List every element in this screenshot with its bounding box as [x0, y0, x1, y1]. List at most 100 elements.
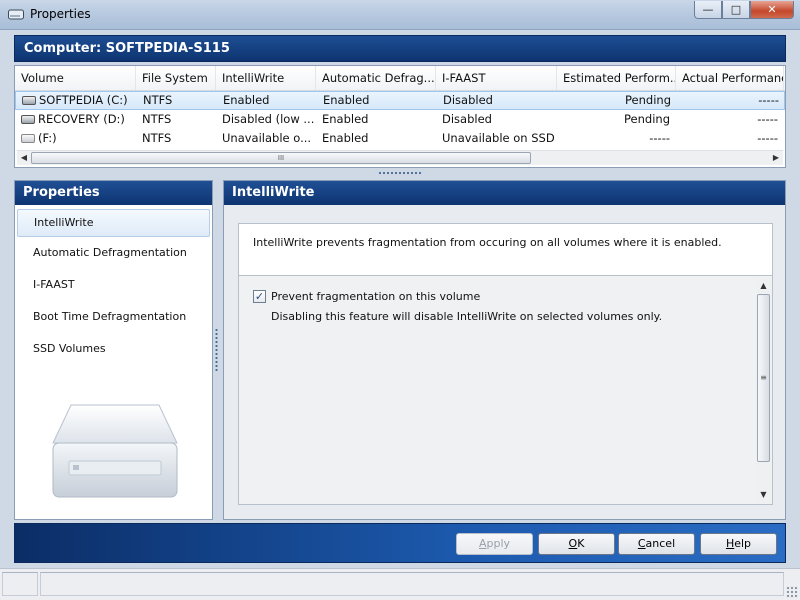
- table-row[interactable]: (F:) NTFS Unavailable o... Enabled Unavailab…: [15, 129, 785, 148]
- cell-text: -----: [758, 93, 779, 107]
- prevent-fragmentation-label[interactable]: Prevent fragmentation on this volume: [271, 290, 480, 303]
- hard-drive-icon: [22, 96, 36, 105]
- nav-item-boot-time-defragmentation[interactable]: Boot Time Defragmentation: [15, 301, 212, 333]
- table-cell-auto: Enabled: [316, 129, 436, 148]
- cell-text: -----: [757, 131, 778, 145]
- settings-area: ✓ Prevent fragmentation on this volume D…: [238, 275, 773, 505]
- help-label: elp: [734, 537, 752, 550]
- drive-properties-icon: [8, 9, 24, 20]
- cell-text: Enabled: [323, 93, 370, 107]
- button-bar: Apply OK Cancel Help: [14, 523, 786, 563]
- cell-text: Enabled: [322, 131, 369, 145]
- table-cell-actual: -----: [677, 92, 785, 109]
- column-header-intelliwrite[interactable]: IntelliWrite: [216, 66, 316, 90]
- close-button[interactable]: ✕: [750, 1, 794, 19]
- table-cell-actual: -----: [676, 129, 784, 148]
- scroll-left-icon[interactable]: ◀: [18, 152, 30, 164]
- nav-item-intelliwrite[interactable]: IntelliWrite: [17, 209, 210, 237]
- scroll-right-icon[interactable]: ▶: [770, 152, 782, 164]
- cancel-mnemonic: C: [637, 537, 646, 550]
- vertical-splitter[interactable]: [215, 328, 218, 372]
- table-cell-volume: (F:): [15, 129, 136, 148]
- column-header-estimated-performance[interactable]: Estimated Perform...: [557, 66, 676, 90]
- prevent-fragmentation-checkbox[interactable]: ✓: [253, 290, 266, 303]
- detail-panel: IntelliWrite IntelliWrite prevents fragm…: [223, 180, 786, 520]
- horizontal-scrollbar[interactable]: ◀ III ▶: [17, 150, 783, 165]
- maximize-button[interactable]: □: [722, 1, 750, 19]
- cell-text: (F:): [38, 131, 57, 145]
- table-row[interactable]: RECOVERY (D:) NTFS Disabled (low ... Enable…: [15, 110, 785, 129]
- table-cell-est: -----: [557, 129, 676, 148]
- cell-text: SOFTPEDIA (C:): [39, 93, 128, 107]
- status-bar: [0, 568, 800, 600]
- volume-rows: SOFTPEDIA (C:) NTFS Enabled Enabled Disabled…: [15, 91, 785, 148]
- ok-label: K: [577, 537, 585, 550]
- cell-text: Disabled: [442, 112, 492, 126]
- horizontal-scroll-thumb[interactable]: III: [31, 152, 531, 164]
- cell-text: Unavailable o...: [222, 131, 312, 145]
- volume-list-header: Volume File System IntelliWrite Automati…: [15, 66, 785, 91]
- hard-drive-icon: [21, 115, 35, 124]
- properties-panel: Properties IntelliWrite Automatic Defragm…: [14, 180, 213, 520]
- table-cell-fs: NTFS: [136, 129, 216, 148]
- feature-description: IntelliWrite prevents fragmentation from…: [238, 223, 773, 275]
- scroll-down-icon[interactable]: ▼: [758, 489, 769, 500]
- status-segment: [40, 572, 784, 596]
- cell-text: -----: [757, 112, 778, 126]
- status-segment: [2, 572, 38, 596]
- computer-header: Computer: SOFTPEDIA-S115: [14, 35, 786, 62]
- setting-note: Disabling this feature will disable Inte…: [271, 310, 663, 323]
- table-cell-fs: NTFS: [136, 110, 216, 129]
- column-header-auto-defrag[interactable]: Automatic Defrag...: [316, 66, 436, 90]
- horizontal-splitter[interactable]: [378, 171, 422, 175]
- table-cell-actual: -----: [676, 110, 784, 129]
- nav-item-i-faast[interactable]: I-FAAST: [15, 269, 212, 301]
- column-header-actual-performance[interactable]: Actual Performanc...: [676, 66, 784, 90]
- removable-drive-icon: [21, 134, 35, 143]
- cell-text: NTFS: [143, 93, 173, 107]
- prevent-fragmentation-option[interactable]: ✓ Prevent fragmentation on this volume: [253, 290, 480, 303]
- vertical-scroll-thumb[interactable]: ≡: [757, 294, 770, 462]
- column-header-volume[interactable]: Volume: [15, 66, 136, 90]
- help-button[interactable]: Help: [700, 533, 777, 555]
- table-cell-ifaast: Unavailable on SSD: [436, 129, 557, 148]
- cell-text: Enabled: [223, 93, 270, 107]
- nav-item-ssd-volumes[interactable]: SSD Volumes: [15, 333, 212, 365]
- ok-button[interactable]: OK: [538, 533, 615, 555]
- table-cell-intelliwrite: Enabled: [217, 92, 317, 109]
- cell-text: RECOVERY (D:): [38, 112, 125, 126]
- resize-grip-icon[interactable]: [786, 586, 798, 598]
- cell-text: Disabled (low ...: [222, 112, 315, 126]
- hard-drive-illustration-icon: [52, 404, 178, 498]
- table-cell-auto: Enabled: [317, 92, 437, 109]
- maximize-icon: □: [730, 3, 742, 16]
- scroll-up-icon[interactable]: ▲: [758, 280, 769, 291]
- table-cell-volume: RECOVERY (D:): [15, 110, 136, 129]
- table-cell-intelliwrite: Unavailable o...: [216, 129, 316, 148]
- window-title: Properties: [30, 7, 91, 21]
- nav-item-automatic-defragmentation[interactable]: Automatic Defragmentation: [15, 237, 212, 269]
- cancel-button[interactable]: Cancel: [618, 533, 695, 555]
- column-header-ifaast[interactable]: I-FAAST: [436, 66, 557, 90]
- table-cell-est: Pending: [557, 110, 676, 129]
- cell-text: Pending: [624, 112, 670, 126]
- vertical-scrollbar[interactable]: ▲ ≡ ▼: [756, 278, 771, 502]
- minimize-button[interactable]: —: [694, 1, 722, 19]
- table-row[interactable]: SOFTPEDIA (C:) NTFS Enabled Enabled Disabled…: [15, 91, 785, 110]
- close-icon: ✕: [767, 3, 777, 16]
- cell-text: NTFS: [142, 112, 172, 126]
- detail-panel-title: IntelliWrite: [224, 181, 785, 205]
- column-header-file-system[interactable]: File System: [136, 66, 216, 90]
- window-controls: — □ ✕: [694, 1, 794, 19]
- table-cell-fs: NTFS: [137, 92, 217, 109]
- volume-list[interactable]: Volume File System IntelliWrite Automati…: [14, 65, 786, 168]
- minimize-icon: —: [702, 3, 714, 16]
- apply-button[interactable]: Apply: [456, 533, 533, 555]
- cell-text: Enabled: [322, 112, 369, 126]
- properties-nav: IntelliWrite Automatic Defragmentation I-F…: [15, 209, 212, 365]
- apply-mnemonic: A: [478, 537, 487, 550]
- table-cell-est: Pending: [558, 92, 677, 109]
- apply-label: pply: [486, 537, 511, 550]
- table-cell-intelliwrite: Disabled (low ...: [216, 110, 316, 129]
- properties-panel-title: Properties: [15, 181, 212, 205]
